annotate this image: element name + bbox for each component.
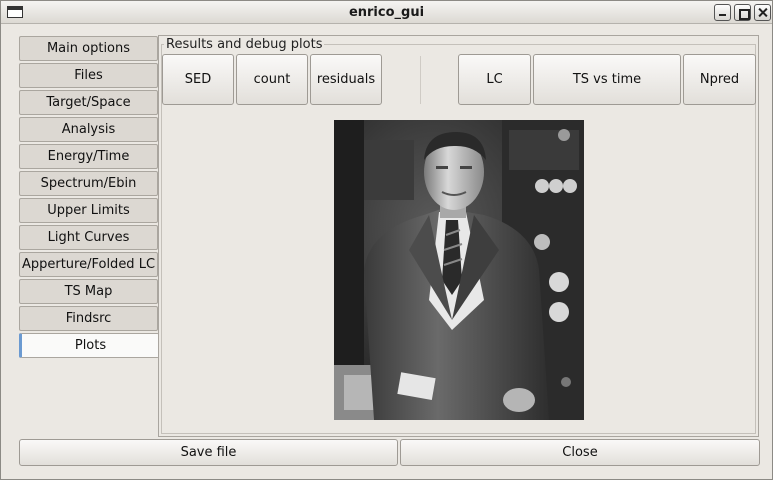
- maximize-button[interactable]: [734, 4, 751, 21]
- tab-plots[interactable]: Plots: [19, 333, 159, 358]
- tab-main-options[interactable]: Main options: [19, 36, 158, 61]
- close-button[interactable]: Close: [400, 439, 760, 466]
- tab-energy-time[interactable]: Energy/Time: [19, 144, 158, 169]
- npred-button[interactable]: Npred: [683, 54, 756, 105]
- window-title: enrico_gui: [348, 5, 425, 20]
- button-separator: [420, 56, 421, 104]
- portrait-photo: [334, 120, 584, 420]
- tab-light-curves[interactable]: Light Curves: [19, 225, 158, 250]
- app-window: enrico_gui Main options Files Target/Spa…: [0, 0, 773, 480]
- count-button[interactable]: count: [236, 54, 308, 105]
- close-window-button[interactable]: [754, 4, 771, 21]
- tab-apperture-folded-lc[interactable]: Apperture/Folded LC: [19, 252, 158, 277]
- tab-ts-map[interactable]: TS Map: [19, 279, 158, 304]
- ts-vs-time-button[interactable]: TS vs time: [533, 54, 681, 105]
- group-title: Results and debug plots: [164, 37, 325, 52]
- tab-files[interactable]: Files: [19, 63, 158, 88]
- tab-target-space[interactable]: Target/Space: [19, 90, 158, 115]
- tab-analysis[interactable]: Analysis: [19, 117, 158, 142]
- sed-button[interactable]: SED: [162, 54, 234, 105]
- save-file-button[interactable]: Save file: [19, 439, 398, 466]
- tab-upper-limits[interactable]: Upper Limits: [19, 198, 158, 223]
- tab-findsrc[interactable]: Findsrc: [19, 306, 158, 331]
- minimize-button[interactable]: [714, 4, 731, 21]
- lc-button[interactable]: LC: [458, 54, 531, 105]
- title-bar[interactable]: enrico_gui: [1, 1, 772, 24]
- residuals-button[interactable]: residuals: [310, 54, 382, 105]
- tab-spectrum-ebin[interactable]: Spectrum/Ebin: [19, 171, 158, 196]
